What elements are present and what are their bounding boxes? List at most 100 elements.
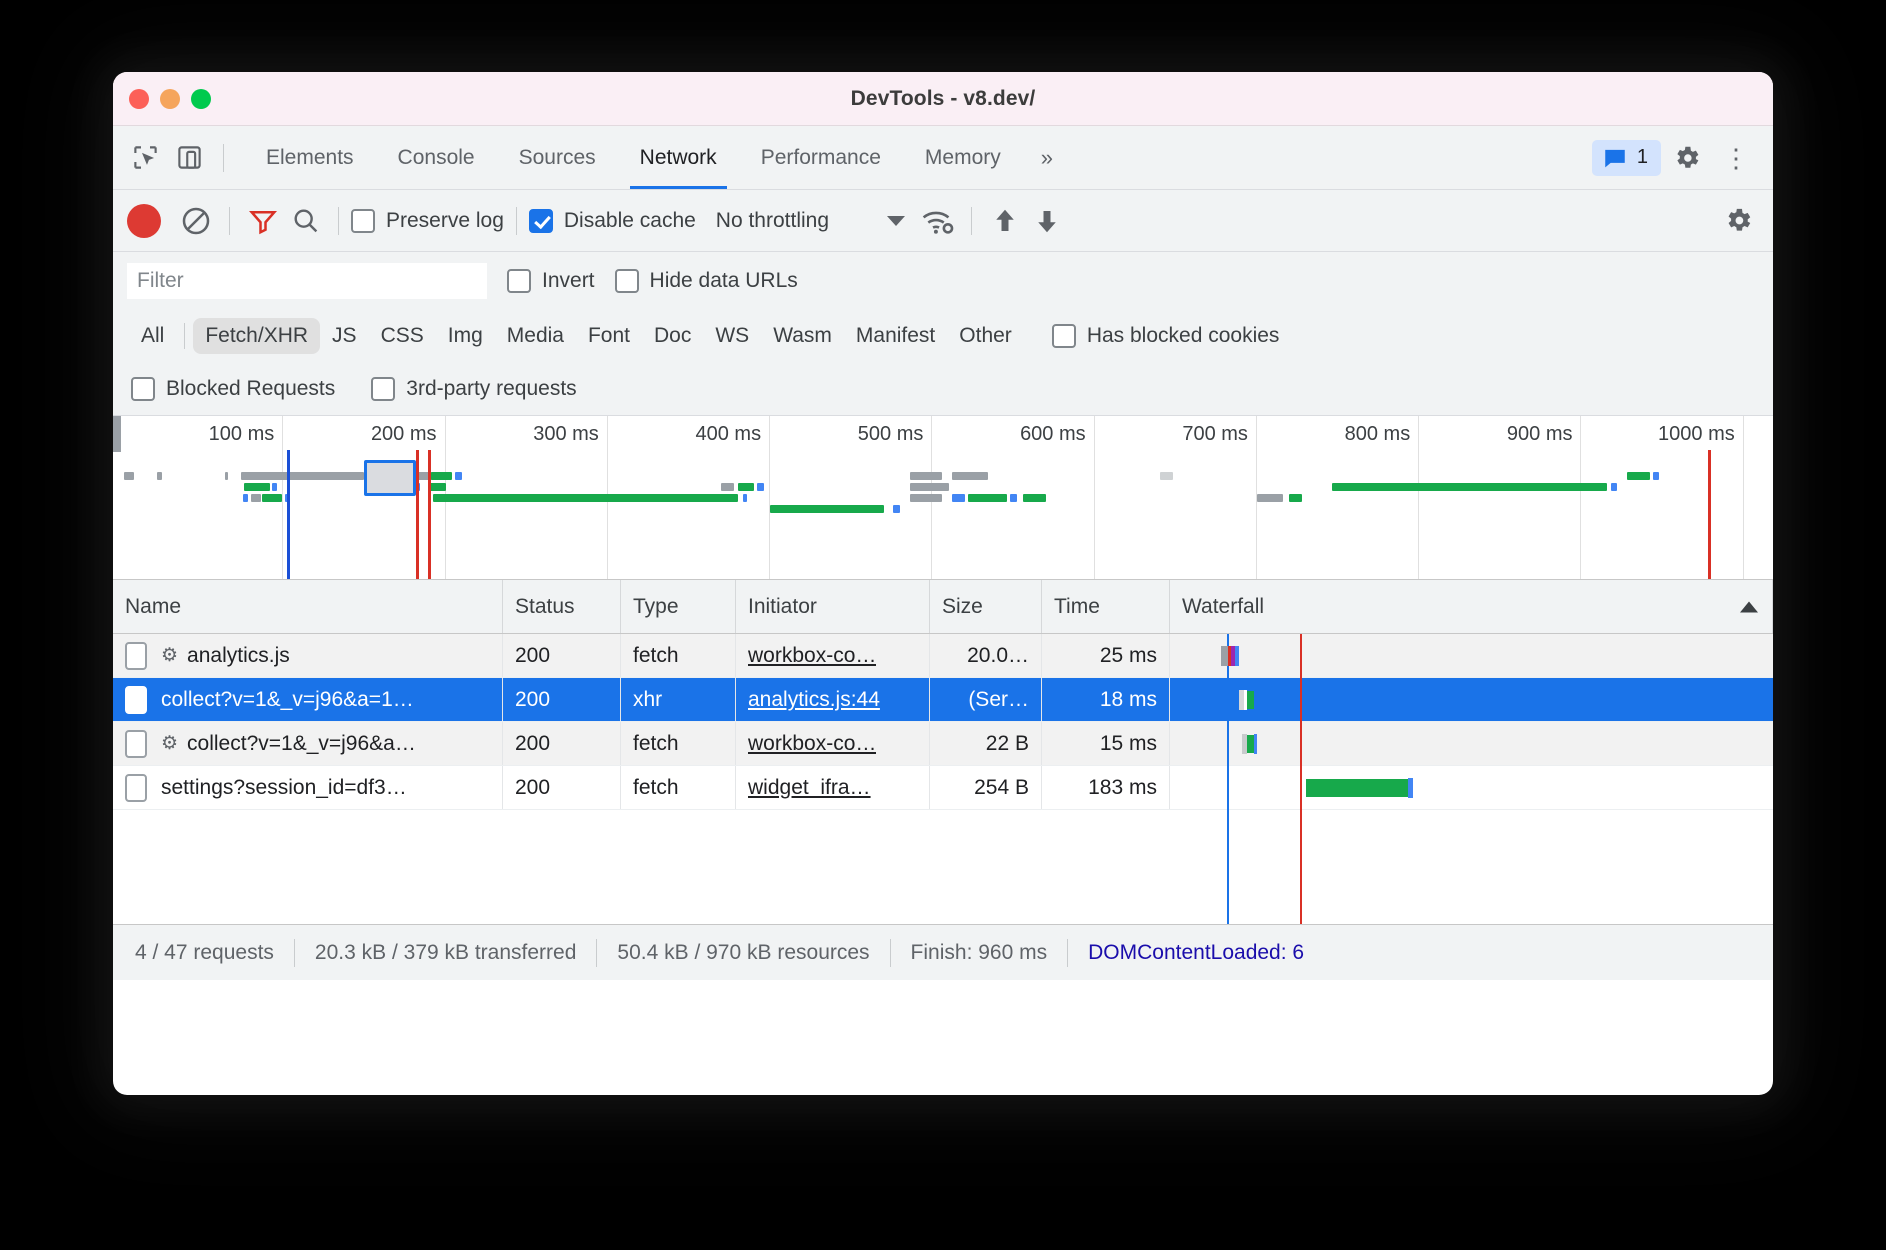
overview-bar [225,472,228,480]
tab-memory[interactable]: Memory [903,126,1023,189]
screenshot-root: DevTools - v8.dev/ Elements Console So [0,0,1886,1250]
cell-name[interactable]: collect?v=1&_v=j96&a=1… [113,678,503,721]
row-checkbox[interactable] [125,730,147,758]
row-checkbox[interactable] [125,686,147,714]
column-header-initiator[interactable]: Initiator [736,580,930,633]
issues-counter-button[interactable]: 1 [1592,140,1661,176]
has-blocked-cookies-checkbox[interactable]: Has blocked cookies [1052,324,1280,348]
overview-bar [262,494,281,502]
third-party-requests-checkbox[interactable]: 3rd-party requests [371,377,576,401]
tab-console-label: Console [398,146,475,170]
filter-input[interactable] [127,263,487,299]
cell-initiator[interactable]: analytics.js:44 [736,678,930,721]
cell-name[interactable]: settings?session_id=df3… [113,766,503,809]
disable-cache-box[interactable] [529,209,553,233]
type-filter-img[interactable]: Img [436,318,495,354]
table-row[interactable]: collect?v=1&_v=j96&a=1…200xhranalytics.j… [113,678,1773,722]
blocked-requests-label: Blocked Requests [166,377,335,401]
type-filter-wasm[interactable]: Wasm [761,318,844,354]
type-filter-fetch-xhr[interactable]: Fetch/XHR [193,318,320,354]
column-header-waterfall[interactable]: Waterfall [1170,580,1773,633]
waterfall-segment [1254,734,1257,754]
initiator-link[interactable]: workbox-co… [748,732,876,756]
hide-data-urls-box[interactable] [615,269,639,293]
overview-bar [757,483,763,491]
hide-data-urls-label: Hide data URLs [650,269,798,293]
maximize-window-button[interactable] [191,89,211,109]
type-filter-font[interactable]: Font [576,318,642,354]
overview-selection-window[interactable] [364,460,416,496]
table-header-row: Name Status Type Initiator Size Time Wat… [113,580,1773,634]
type-filter-js[interactable]: JS [320,318,369,354]
tab-sources[interactable]: Sources [497,126,618,189]
settings-gear-icon[interactable] [1665,136,1709,180]
cell-status: 200 [503,722,621,765]
invert-box[interactable] [507,269,531,293]
inspect-element-icon[interactable] [123,136,167,180]
search-icon[interactable] [284,200,326,242]
column-header-type[interactable]: Type [621,580,736,633]
preserve-log-checkbox[interactable]: Preserve log [351,209,504,233]
type-filter-ws[interactable]: WS [703,318,761,354]
tab-network[interactable]: Network [618,126,739,189]
column-header-name[interactable]: Name [113,580,503,633]
cell-name[interactable]: ⚙collect?v=1&_v=j96&a… [113,722,503,765]
tab-console[interactable]: Console [376,126,497,189]
initiator-link[interactable]: analytics.js:44 [748,688,880,712]
has-blocked-cookies-box[interactable] [1052,324,1076,348]
cell-name[interactable]: ⚙analytics.js [113,634,503,677]
cell-initiator[interactable]: workbox-co… [736,634,930,677]
throttling-dropdown[interactable]: No throttling [716,209,905,233]
timeline-tick-label: 800 ms [1345,423,1411,446]
blocked-requests-box[interactable] [131,377,155,401]
tab-performance[interactable]: Performance [739,126,903,189]
row-checkbox[interactable] [125,642,147,670]
close-window-button[interactable] [129,89,149,109]
overview-bar [243,494,248,502]
initiator-link[interactable]: widget_ifra… [748,776,871,800]
type-filter-other[interactable]: Other [947,318,1024,354]
type-filter-doc[interactable]: Doc [642,318,703,354]
cell-type: fetch [621,634,736,677]
column-header-size[interactable]: Size [930,580,1042,633]
import-har-icon[interactable] [984,200,1026,242]
cell-size: 254 B [930,766,1042,809]
invert-checkbox[interactable]: Invert [507,269,595,293]
cell-time-text: 15 ms [1100,732,1157,756]
more-tabs-icon[interactable]: » [1023,145,1071,171]
table-row[interactable]: ⚙analytics.js200fetchworkbox-co…20.0…25 … [113,634,1773,678]
record-button[interactable] [127,204,161,238]
type-filter-css[interactable]: CSS [369,318,436,354]
column-header-time[interactable]: Time [1042,580,1170,633]
device-toolbar-icon[interactable] [167,136,211,180]
timeline-tick: 700 ms [1095,416,1257,579]
filter-funnel-icon[interactable] [242,200,284,242]
initiator-link[interactable]: workbox-co… [748,644,876,668]
cell-initiator[interactable]: workbox-co… [736,722,930,765]
tab-elements[interactable]: Elements [244,126,376,189]
type-filter-all[interactable]: All [129,318,176,354]
tab-sources-label: Sources [519,146,596,170]
preserve-log-box[interactable] [351,209,375,233]
type-filter-manifest[interactable]: Manifest [844,318,947,354]
network-settings-gear-icon[interactable] [1717,200,1759,242]
timeline-tick-label: 400 ms [696,423,762,446]
hide-data-urls-checkbox[interactable]: Hide data URLs [615,269,798,293]
network-conditions-icon[interactable] [917,200,959,242]
column-header-status[interactable]: Status [503,580,621,633]
export-har-icon[interactable] [1026,200,1068,242]
chevron-down-icon[interactable] [887,216,905,226]
blocked-requests-checkbox[interactable]: Blocked Requests [131,377,335,401]
minimize-window-button[interactable] [160,89,180,109]
row-checkbox[interactable] [125,774,147,802]
window-traffic-lights[interactable] [129,89,211,109]
type-filter-media[interactable]: Media [495,318,576,354]
table-row[interactable]: settings?session_id=df3…200fetchwidget_i… [113,766,1773,810]
more-options-icon[interactable]: ⋮ [1713,145,1759,171]
third-party-requests-box[interactable] [371,377,395,401]
table-row[interactable]: ⚙collect?v=1&_v=j96&a…200fetchworkbox-co… [113,722,1773,766]
network-overview-timeline[interactable]: 100 ms200 ms300 ms400 ms500 ms600 ms700 … [113,416,1773,580]
clear-requests-icon[interactable] [175,200,217,242]
disable-cache-checkbox[interactable]: Disable cache [529,209,696,233]
cell-initiator[interactable]: widget_ifra… [736,766,930,809]
